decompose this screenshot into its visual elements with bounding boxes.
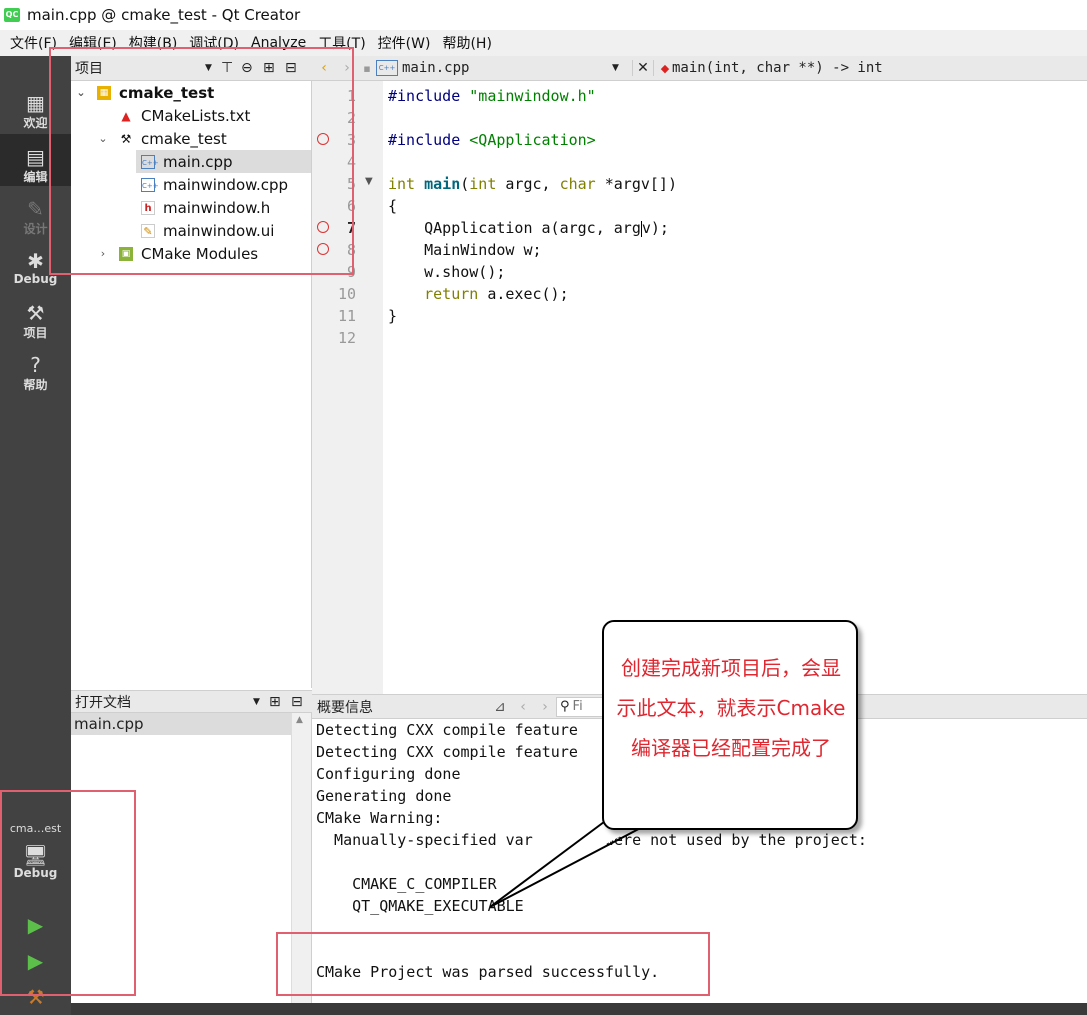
output-line: Configuring done [316,765,461,783]
open-docs-header: 打开文档 ▼ ⊞ ⊟ [71,690,312,713]
editor-toolbar: ‹ › ▪ C++ main.cpp ▼ ✕ ◆ main(int, char … [312,56,1087,81]
annotation-box-project [49,47,354,275]
annotation-box-success [276,932,710,996]
output-line: Generating done [316,787,452,805]
output-line: CMake Warning: [316,809,443,827]
callout-bubble: 创建完成新项目后，会显示此文本，就表示Cmake编译器已经配置完成了 [602,620,858,830]
clear-icon[interactable]: ⊿ [488,699,512,715]
output-line: Detecting CXX compile feature [316,743,578,761]
window-title: main.cpp @ cmake_test - Qt Creator [27,6,301,24]
output-line: CMAKE_C_COMPILER [316,875,497,893]
output-line: Detecting CXX compile feature [316,721,578,739]
code-line-8: MainWindow w; [388,241,542,259]
filter-placeholder: Fi [572,699,583,714]
lock-icon: ▪ [363,61,371,75]
mode-help-label: 帮助 [23,378,48,392]
code-line-10: return a.exec(); [388,285,569,303]
qt-creator-logo-icon: QC [4,8,20,22]
dropdown-icon[interactable]: ▼ [612,63,632,73]
dropdown-icon[interactable]: ▼ [253,697,269,707]
title-bar: QC main.cpp @ cmake_test - Qt Creator [0,0,1087,30]
menu-help[interactable]: 帮助(H) [436,33,497,53]
close-icon[interactable]: ✕ [632,60,654,76]
menu-controls[interactable]: 控件(W) [372,33,437,53]
code-line-9: w.show(); [388,263,506,281]
scroll-up-icon[interactable]: ▲ [296,715,303,725]
code-line-5: int main(int argc, char *argv[]) [388,175,677,193]
open-doc-item[interactable]: main.cpp [71,713,291,735]
line-number: 12 [337,329,356,347]
output-title[interactable]: 概要信息 [312,697,488,717]
code-line-7: QApplication a(argc, argv); [388,219,669,237]
mode-welcome-label: 欢迎 [23,116,48,130]
close-panel-icon[interactable]: ⊟ [291,694,309,710]
mode-help[interactable]: ? 帮助 [0,354,71,400]
line-number: 10 [337,285,356,303]
question-icon: ? [30,353,41,377]
search-icon: ⚲ [560,699,570,714]
split-icon[interactable]: ⊞ [269,694,291,710]
wrench-icon: ⚒ [26,301,45,325]
open-docs-title[interactable]: 打开文档 [75,692,253,712]
next-icon[interactable]: › [534,699,556,715]
status-bar [71,1003,1087,1015]
code-line-3: #include <QApplication> [388,131,596,149]
code-line-11: } [388,307,398,325]
mode-projects-label: 项目 [23,326,48,340]
mode-projects[interactable]: ⚒ 项目 [0,302,71,348]
line-number: 11 [337,307,356,325]
code-line-1: #include "mainwindow.h" [388,87,596,105]
callout-pointer [489,818,650,908]
mode-design-label: 设计 [23,222,48,236]
fold-icon[interactable]: ▼ [365,176,373,187]
symbol-selector[interactable]: main(int, char **) -> int [672,60,883,76]
function-icon: ◆ [660,61,670,75]
filter-input[interactable]: ⚲ Fi [556,696,606,717]
annotation-box-kit [0,790,136,996]
editor-file-selector[interactable]: main.cpp [402,60,612,76]
callout-text: 创建完成新项目后，会显示此文本，就表示Cmake编译器已经配置完成了 [616,656,846,760]
code-editor[interactable]: #include "mainwindow.h" #include <QAppli… [383,81,1087,694]
code-line-6: { [388,197,398,215]
cpp-file-icon: C++ [376,60,398,76]
mode-edit-label: 编辑 [23,170,48,184]
prev-icon[interactable]: ‹ [512,699,534,715]
